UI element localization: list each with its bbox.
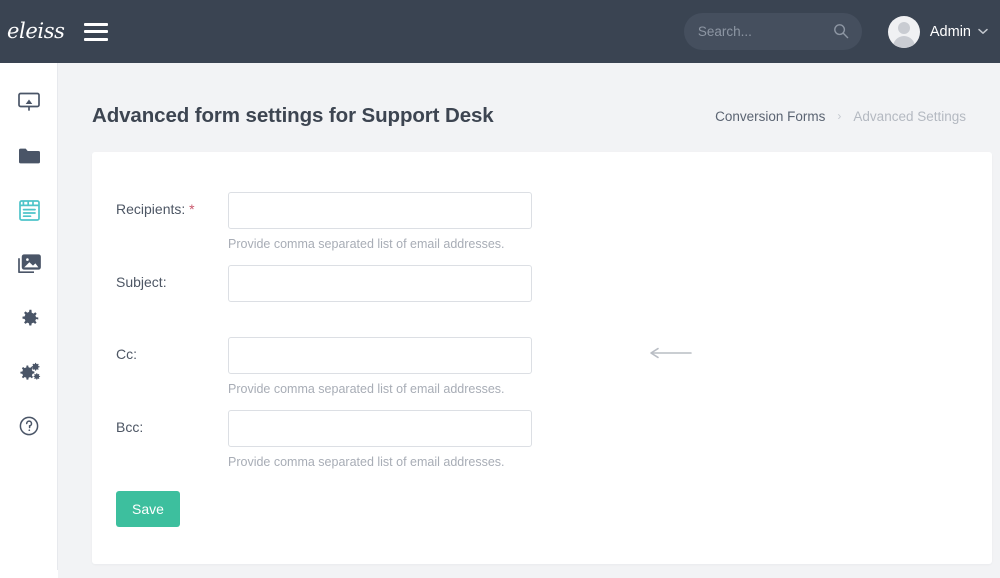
top-header-bar: eleiss Admin	[0, 0, 1000, 63]
question-circle-icon	[19, 416, 39, 436]
page-header: Advanced form settings for Support Desk …	[58, 63, 1000, 143]
user-menu[interactable]: Admin	[887, 15, 988, 48]
bcc-input[interactable]	[228, 410, 532, 447]
left-arrow-annotation-icon	[650, 347, 692, 359]
label-cc-text: Cc:	[116, 346, 137, 362]
recipients-input[interactable]	[228, 192, 532, 229]
subject-input[interactable]	[228, 265, 532, 302]
left-sidebar	[0, 63, 58, 570]
images-icon	[17, 254, 41, 274]
hint-recipients: Provide comma separated list of email ad…	[228, 237, 505, 251]
label-bcc-text: Bcc:	[116, 419, 144, 435]
main-content: Advanced form settings for Support Desk …	[58, 63, 1000, 578]
label-cc: Cc:	[116, 337, 228, 361]
sidebar-item-advanced-settings[interactable]	[0, 345, 58, 399]
settings-card: Recipients: * Provide comma separated li…	[92, 152, 992, 564]
save-button[interactable]: Save	[116, 491, 180, 527]
folder-icon	[19, 148, 40, 164]
breadcrumb-separator: ›	[837, 109, 842, 123]
field-wrap-subject	[228, 265, 532, 323]
header-right-group: Admin	[683, 13, 1000, 50]
avatar	[887, 15, 920, 48]
label-subject-text: Subject:	[116, 274, 167, 290]
search-icon[interactable]	[833, 23, 849, 39]
search-box[interactable]	[683, 13, 862, 50]
cc-input[interactable]	[228, 337, 532, 374]
hint-subject-empty	[228, 302, 532, 323]
label-bcc: Bcc:	[116, 410, 228, 434]
user-name: Admin	[929, 23, 971, 40]
form-list-icon	[18, 199, 40, 221]
field-wrap-cc: Provide comma separated list of email ad…	[228, 337, 692, 396]
gears-icon	[19, 362, 40, 380]
label-recipients-text: Recipients:	[116, 201, 186, 217]
form-row-subject: Subject:	[92, 265, 992, 323]
hamburger-line	[84, 30, 108, 33]
chevron-down-icon[interactable]	[978, 28, 988, 35]
avatar-body	[892, 35, 915, 48]
sidebar-item-conversion-forms[interactable]	[0, 183, 58, 237]
field-wrap-bcc: Provide comma separated list of email ad…	[228, 410, 532, 469]
gear-icon	[22, 309, 38, 325]
avatar-head	[897, 21, 910, 34]
app-logo[interactable]: eleiss	[0, 21, 65, 42]
sidebar-item-dashboard[interactable]	[0, 75, 58, 129]
form-actions: Save	[92, 491, 992, 527]
label-recipients: Recipients: *	[116, 192, 228, 216]
search-input[interactable]	[697, 24, 828, 39]
breadcrumb: Conversion Forms › Advanced Settings	[715, 109, 966, 124]
form-row-cc: Cc: Provide comma separated list of emai…	[92, 337, 992, 396]
field-wrap-recipients: Provide comma separated list of email ad…	[228, 192, 532, 251]
sidebar-item-files[interactable]	[0, 129, 58, 183]
form-row-bcc: Bcc: Provide comma separated list of ema…	[92, 410, 992, 469]
hamburger-line	[84, 37, 108, 41]
sidebar-item-settings[interactable]	[0, 291, 58, 345]
breadcrumb-parent-link[interactable]: Conversion Forms	[715, 109, 825, 124]
breadcrumb-current: Advanced Settings	[853, 108, 966, 124]
hamburger-line	[84, 22, 108, 26]
sidebar-item-help[interactable]	[0, 399, 58, 453]
required-asterisk: *	[189, 201, 195, 217]
page-title: Advanced form settings for Support Desk	[92, 104, 494, 127]
label-subject: Subject:	[116, 265, 228, 289]
hint-bcc: Provide comma separated list of email ad…	[228, 455, 505, 469]
sidebar-item-media[interactable]	[0, 237, 58, 291]
hamburger-menu-icon[interactable]	[84, 22, 108, 41]
monitor-icon	[18, 92, 40, 111]
form-row-recipients: Recipients: * Provide comma separated li…	[92, 192, 992, 251]
hint-cc: Provide comma separated list of email ad…	[228, 382, 505, 396]
